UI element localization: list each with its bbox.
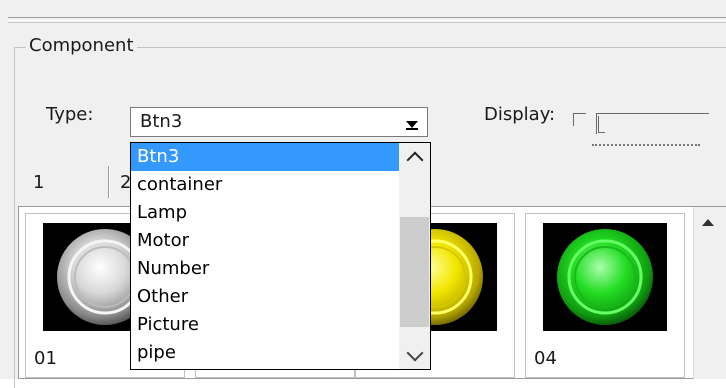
display-checkbox[interactable]: [573, 113, 586, 126]
scroll-down-icon[interactable]: [399, 341, 430, 369]
dropdown-arrow-icon[interactable]: [401, 113, 423, 133]
dropdown-option-btn3[interactable]: Btn3: [131, 143, 399, 171]
top-separator-highlight: [8, 20, 726, 21]
scroll-up-icon[interactable]: [702, 219, 714, 226]
grid-scrollbar[interactable]: [693, 207, 726, 379]
dropdown-option-pipe[interactable]: pipe: [131, 339, 399, 367]
display-slider-ticks: [592, 144, 700, 148]
dropdown-option-other[interactable]: Other: [131, 283, 399, 311]
type-dropdown-list[interactable]: Btn3 container Lamp Motor Number Other P…: [130, 142, 431, 370]
dropdown-option-lamp[interactable]: Lamp: [131, 199, 399, 227]
dropdown-option-container[interactable]: container: [131, 171, 399, 199]
dropdown-scrollbar[interactable]: [399, 143, 430, 369]
tile-label: 01: [34, 348, 57, 369]
group-title: Component: [26, 35, 137, 56]
type-select-value: Btn3: [140, 111, 183, 132]
tab-divider-highlight: [109, 166, 110, 198]
tile-label: 04: [534, 348, 557, 369]
component-panel: Component Type: Btn3 Display: 1 2 01 04 …: [0, 0, 726, 388]
display-slider-thumb[interactable]: [598, 116, 605, 133]
top-separator-shadow: [8, 22, 726, 23]
dropdown-options: Btn3 container Lamp Motor Number Other P…: [131, 143, 399, 367]
component-tile-04[interactable]: 04: [525, 213, 685, 378]
dropdown-option-picture[interactable]: Picture: [131, 311, 399, 339]
dropdown-option-number[interactable]: Number: [131, 255, 399, 283]
dropdown-scroll-thumb[interactable]: [400, 217, 429, 327]
type-select[interactable]: Btn3: [130, 107, 428, 137]
dropdown-option-motor[interactable]: Motor: [131, 227, 399, 255]
scroll-up-icon[interactable]: [399, 143, 430, 171]
type-label: Type:: [46, 104, 94, 125]
display-label: Display:: [484, 104, 556, 125]
tab-1[interactable]: 1: [33, 172, 44, 193]
display-slider[interactable]: [596, 113, 709, 134]
green-button-icon: [543, 223, 667, 331]
top-separator: [8, 17, 726, 18]
